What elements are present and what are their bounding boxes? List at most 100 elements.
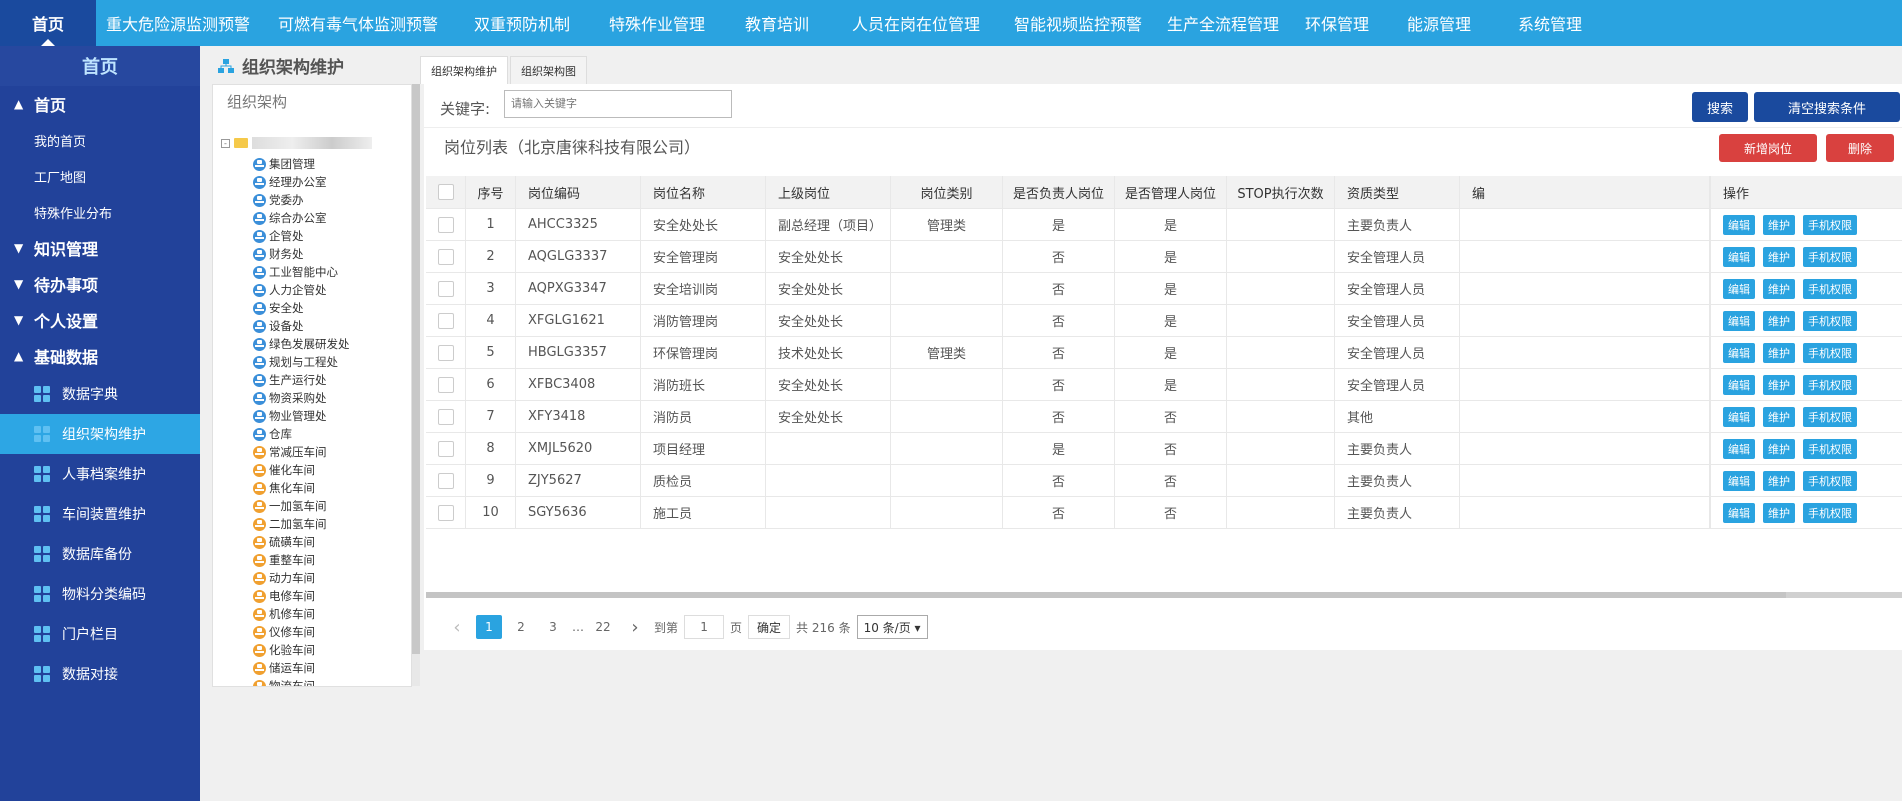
tree-node[interactable]: 常减压车间 bbox=[253, 443, 350, 461]
prev-page-button[interactable]: ‹ bbox=[444, 615, 470, 639]
goto-page-input[interactable]: 1 bbox=[684, 615, 725, 639]
tree-scrollbar[interactable] bbox=[412, 84, 420, 686]
tree-node[interactable]: 仪修车间 bbox=[253, 623, 350, 641]
tree-node[interactable]: 电修车间 bbox=[253, 587, 350, 605]
row-checkbox[interactable] bbox=[437, 376, 454, 393]
page-button-2[interactable]: 2 bbox=[508, 615, 534, 639]
nav-item-4[interactable]: 特殊作业管理 bbox=[588, 0, 726, 46]
tree-node[interactable]: 仓库 bbox=[253, 425, 350, 443]
sidebar-sub-item[interactable]: 工厂地图 bbox=[0, 158, 200, 194]
tree-node[interactable]: 设备处 bbox=[253, 317, 350, 335]
nav-item-10[interactable]: 能源管理 bbox=[1380, 0, 1498, 46]
sidebar-sub-item[interactable]: 我的首页 bbox=[0, 122, 200, 158]
sidebar-group[interactable]: ▼ 个人设置 bbox=[0, 302, 200, 338]
row-checkbox[interactable] bbox=[437, 472, 454, 489]
next-page-button[interactable]: › bbox=[622, 615, 648, 639]
search-button[interactable]: 搜索 bbox=[1692, 92, 1748, 122]
delete-button[interactable]: 删除 bbox=[1826, 134, 1894, 162]
edit-button[interactable]: 编辑 bbox=[1723, 374, 1755, 395]
sidebar-group-home[interactable]: ▲ 首页 bbox=[0, 86, 200, 122]
tree-node[interactable]: 硫磺车间 bbox=[253, 533, 350, 551]
mobile-permission-button[interactable]: 手机权限 bbox=[1803, 278, 1857, 299]
tree-node[interactable]: 绿色发展研发处 bbox=[253, 335, 350, 353]
tree-node[interactable]: 人力企管处 bbox=[253, 281, 350, 299]
sidebar-group[interactable]: ▼ 知识管理 bbox=[0, 230, 200, 266]
mobile-permission-button[interactable]: 手机权限 bbox=[1803, 502, 1857, 523]
row-checkbox[interactable] bbox=[437, 216, 454, 233]
maintain-button[interactable]: 维护 bbox=[1763, 470, 1795, 491]
tree-root-node[interactable]: - bbox=[221, 137, 372, 149]
row-checkbox[interactable] bbox=[437, 408, 454, 425]
nav-item-2[interactable]: 可燃有毒气体监测预警 bbox=[260, 0, 456, 46]
tree-node[interactable]: 企管处 bbox=[253, 227, 350, 245]
edit-button[interactable]: 编辑 bbox=[1723, 438, 1755, 459]
goto-confirm-button[interactable]: 确定 bbox=[748, 615, 791, 639]
nav-item-7[interactable]: 智能视频监控预警 bbox=[1004, 0, 1152, 46]
row-checkbox[interactable] bbox=[437, 248, 454, 265]
nav-item-11[interactable]: 系统管理 bbox=[1498, 0, 1602, 46]
edit-button[interactable]: 编辑 bbox=[1723, 310, 1755, 331]
mobile-permission-button[interactable]: 手机权限 bbox=[1803, 246, 1857, 267]
sidebar-item[interactable]: 车间装置维护 bbox=[0, 494, 200, 534]
edit-button[interactable]: 编辑 bbox=[1723, 470, 1755, 491]
sidebar-home[interactable]: 首页 bbox=[0, 46, 200, 86]
tree-node[interactable]: 集团管理 bbox=[253, 155, 350, 173]
row-checkbox[interactable] bbox=[437, 280, 454, 297]
tab-org-chart[interactable]: 组织架构图 bbox=[510, 56, 587, 84]
edit-button[interactable]: 编辑 bbox=[1723, 278, 1755, 299]
maintain-button[interactable]: 维护 bbox=[1763, 374, 1795, 395]
tree-node[interactable]: 化验车间 bbox=[253, 641, 350, 659]
tree-node[interactable]: 二加氢车间 bbox=[253, 515, 350, 533]
nav-item-6[interactable]: 人员在岗在位管理 bbox=[828, 0, 1004, 46]
tree-node[interactable]: 催化车间 bbox=[253, 461, 350, 479]
maintain-button[interactable]: 维护 bbox=[1763, 502, 1795, 523]
add-position-button[interactable]: 新增岗位 bbox=[1719, 134, 1817, 162]
nav-item-5[interactable]: 教育培训 bbox=[726, 0, 828, 46]
tree-node[interactable]: 财务处 bbox=[253, 245, 350, 263]
tree-node[interactable]: 规划与工程处 bbox=[253, 353, 350, 371]
edit-button[interactable]: 编辑 bbox=[1723, 502, 1755, 523]
tree-node[interactable]: 动力车间 bbox=[253, 569, 350, 587]
tree-node[interactable]: 党委办 bbox=[253, 191, 350, 209]
table-scroll-thumb[interactable] bbox=[426, 592, 1786, 598]
nav-item-3[interactable]: 双重预防机制 bbox=[456, 0, 588, 46]
edit-button[interactable]: 编辑 bbox=[1723, 406, 1755, 427]
mobile-permission-button[interactable]: 手机权限 bbox=[1803, 310, 1857, 331]
table-horizontal-scrollbar[interactable] bbox=[426, 592, 1902, 598]
mobile-permission-button[interactable]: 手机权限 bbox=[1803, 438, 1857, 459]
tree-node[interactable]: 重整车间 bbox=[253, 551, 350, 569]
tree-node[interactable]: 物业管理处 bbox=[253, 407, 350, 425]
mobile-permission-button[interactable]: 手机权限 bbox=[1803, 374, 1857, 395]
sidebar-item[interactable]: 组织架构维护 bbox=[0, 414, 200, 454]
clear-search-button[interactable]: 清空搜索条件 bbox=[1754, 92, 1900, 122]
maintain-button[interactable]: 维护 bbox=[1763, 214, 1795, 235]
mobile-permission-button[interactable]: 手机权限 bbox=[1803, 342, 1857, 363]
maintain-button[interactable]: 维护 bbox=[1763, 406, 1795, 427]
maintain-button[interactable]: 维护 bbox=[1763, 342, 1795, 363]
tree-node[interactable]: 机修车间 bbox=[253, 605, 350, 623]
row-checkbox[interactable] bbox=[437, 344, 454, 361]
row-checkbox[interactable] bbox=[437, 440, 454, 457]
tree-node[interactable]: 工业智能中心 bbox=[253, 263, 350, 281]
tree-node[interactable]: 安全处 bbox=[253, 299, 350, 317]
sidebar-item[interactable]: 数据字典 bbox=[0, 374, 200, 414]
maintain-button[interactable]: 维护 bbox=[1763, 438, 1795, 459]
keyword-input[interactable] bbox=[504, 90, 732, 118]
tree-node[interactable]: 综合办公室 bbox=[253, 209, 350, 227]
page-button-3[interactable]: 3 bbox=[540, 615, 566, 639]
maintain-button[interactable]: 维护 bbox=[1763, 246, 1795, 267]
sidebar-item[interactable]: 数据库备份 bbox=[0, 534, 200, 574]
tree-node[interactable]: 物资采购处 bbox=[253, 389, 350, 407]
nav-item-0[interactable]: 首页 bbox=[0, 0, 96, 46]
tree-node[interactable]: 生产运行处 bbox=[253, 371, 350, 389]
select-all-checkbox[interactable] bbox=[437, 184, 454, 200]
row-checkbox[interactable] bbox=[437, 504, 454, 521]
sidebar-item[interactable]: 门户栏目 bbox=[0, 614, 200, 654]
edit-button[interactable]: 编辑 bbox=[1723, 214, 1755, 235]
sidebar-item[interactable]: 数据对接 bbox=[0, 654, 200, 694]
tree-node[interactable]: 物流车间 bbox=[253, 677, 350, 686]
mobile-permission-button[interactable]: 手机权限 bbox=[1803, 470, 1857, 491]
tab-org-maintenance[interactable]: 组织架构维护 bbox=[420, 56, 508, 84]
row-checkbox[interactable] bbox=[437, 312, 454, 329]
page-button-last[interactable]: 22 bbox=[590, 615, 616, 639]
